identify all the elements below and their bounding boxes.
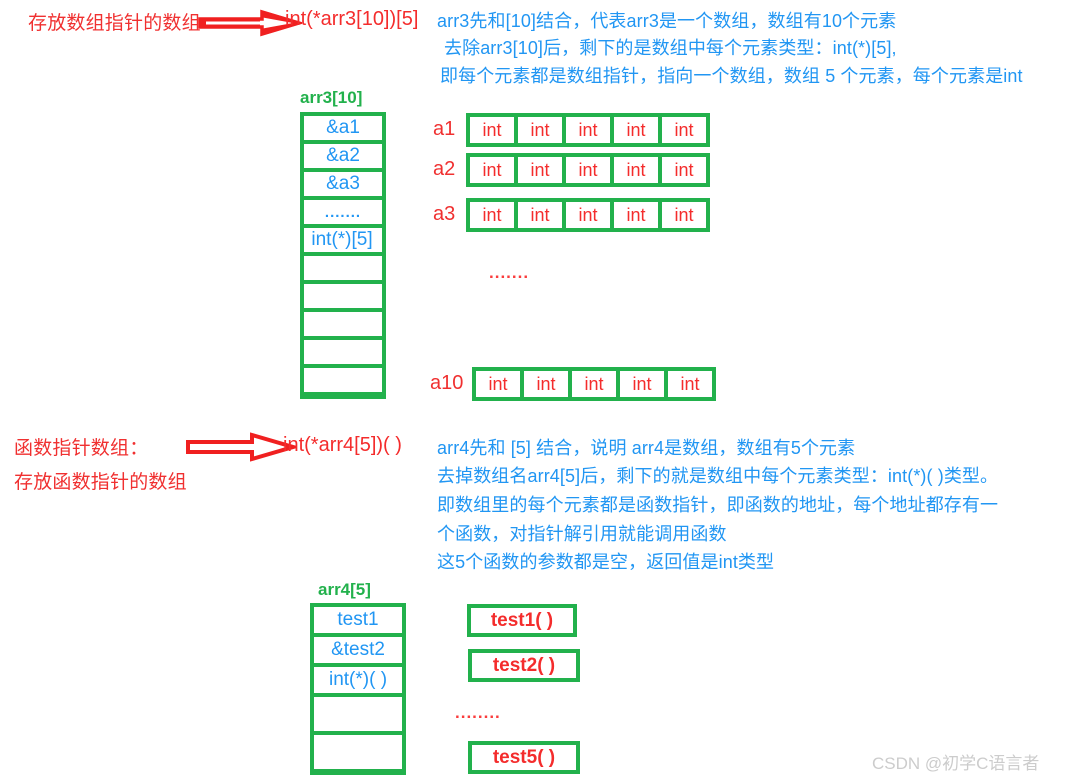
arr3-explanation-line-2: 去除arr3[10]后，剩下的是数组中每个元素类型：int(*)[5], [444,38,897,58]
arr4-explanation-line-1: arr4先和 [5] 结合，说明 arr4是数组，数组有5个元素 [437,438,856,458]
arr3-array-title: arr3[10] [300,88,363,107]
arr4-explanation-line-2: 去掉数组名arr4[5]后，剩下的就是数组中每个元素类型：int(*)( )类型… [437,466,999,486]
int-row-a1: int int int int int [466,113,710,147]
int-cell: int [572,371,616,397]
arr3-cell-8 [304,340,382,364]
arr3-cell-6 [304,284,382,308]
int-cell: int [620,371,664,397]
int-cell: int [614,117,658,143]
arr4-cell-3 [314,697,402,731]
function-box-test1: test1( ) [467,604,577,637]
arr4-explanation-line-4: 个函数，对指针解引用就能调用函数 [437,524,727,544]
function-box-test2: test2( ) [468,649,580,682]
int-cell: int [470,157,514,183]
arr3-cell-3: ....... [304,200,382,224]
int-cell: int [518,117,562,143]
rows-ellipsis: ....... [489,263,530,282]
int-cell: int [614,157,658,183]
int-cell: int [662,157,706,183]
arr4-array-title: arr4[5] [318,580,371,599]
function-pointer-array-label-line2: 存放函数指针的数组 [14,472,187,493]
row-label-a3: a3 [433,203,456,225]
int-cell: int [566,157,610,183]
arr3-cell-4: int(*)[5] [304,228,382,252]
arr4-array-column: test1 &test2 int(*)( ) [310,603,406,775]
int-cell: int [668,371,712,397]
function-box-test5: test5( ) [468,741,580,774]
block-arrow-right-icon [186,432,301,462]
arr4-explanation-line-3: 即数组里的每个元素都是函数指针，即函数的地址，每个地址都存有一 [437,495,999,515]
int-cell: int [566,117,610,143]
int-cell: int [476,371,520,397]
int-cell: int [524,371,568,397]
functions-ellipsis: ........ [455,703,501,722]
function-pointer-array-label-line1: 函数指针数组： [14,438,149,459]
arr3-array-column: &a1 &a2 &a3 ....... int(*)[5] [300,112,386,399]
arr3-cell-2: &a3 [304,172,382,196]
csdn-watermark: CSDN @初学C语言者 [872,754,1040,773]
arr4-cell-4 [314,735,402,769]
int-cell: int [662,202,706,228]
int-cell: int [470,202,514,228]
int-cell: int [518,157,562,183]
arr4-cell-0: test1 [314,607,402,633]
row-label-a10: a10 [430,372,464,394]
arr3-cell-0: &a1 [304,116,382,140]
int-cell: int [470,117,514,143]
arr3-cell-5 [304,256,382,280]
arr4-explanation-line-5: 这5个函数的参数都是空，返回值是int类型 [437,552,775,572]
array-of-array-pointers-label: 存放数组指针的数组 [28,13,201,34]
int-cell: int [614,202,658,228]
arr3-declaration: int(*arr3[10])[5] [285,8,419,30]
arr4-cell-1: &test2 [314,637,402,663]
int-cell: int [566,202,610,228]
row-label-a1: a1 [433,118,456,140]
int-cell: int [662,117,706,143]
arr4-declaration: int(*arr4[5])( ) [283,434,402,456]
arr3-cell-7 [304,312,382,336]
arr3-cell-1: &a2 [304,144,382,168]
arr3-cell-9 [304,368,382,392]
arr4-cell-2: int(*)( ) [314,667,402,693]
arr3-explanation-line-3: 即每个元素都是数组指针，指向一个数组，数组 5 个元素，每个元素是int [440,66,1023,86]
int-row-a2: int int int int int [466,153,710,187]
arr3-explanation-line-1: arr3先和[10]结合，代表arr3是一个数组，数组有10个元素 [437,11,897,31]
row-label-a2: a2 [433,158,456,180]
int-row-a3: int int int int int [466,198,710,232]
int-row-a10: int int int int int [472,367,716,401]
int-cell: int [518,202,562,228]
